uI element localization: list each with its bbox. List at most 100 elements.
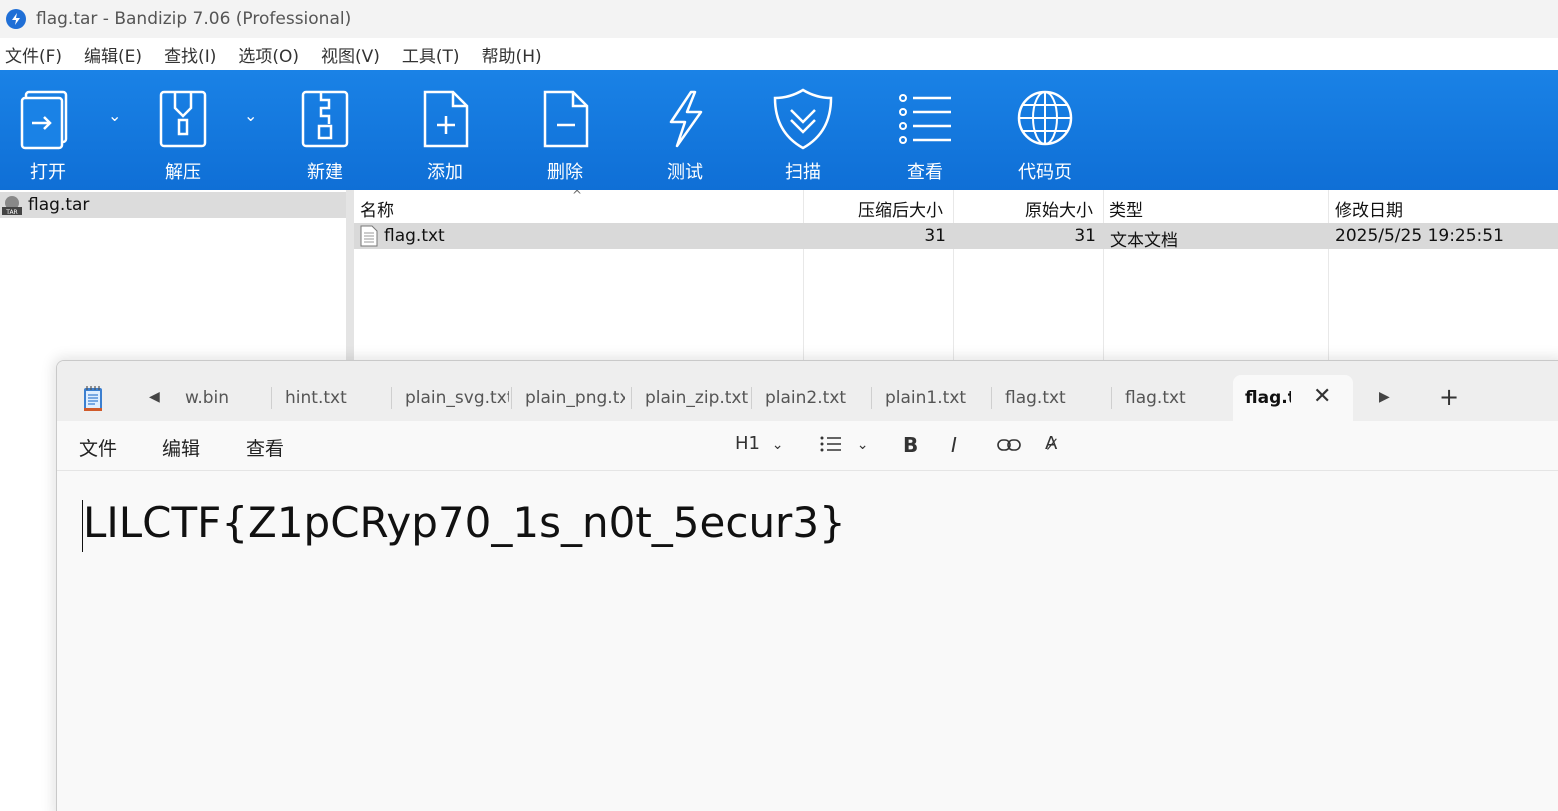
delete-file-icon bbox=[543, 90, 589, 148]
column-header-type[interactable]: 类型 bbox=[1109, 196, 1143, 221]
close-tab-icon[interactable]: ✕ bbox=[1313, 384, 1331, 409]
menu-view[interactable]: 查看 bbox=[246, 434, 284, 461]
tab-divider bbox=[271, 387, 272, 409]
menu-file[interactable]: 文件 bbox=[79, 434, 117, 461]
notepad-tabbar: ◀ w.bin hint.txt plain_svg.txt plain_png… bbox=[57, 361, 1558, 421]
tab-plain1[interactable]: plain1.txt bbox=[885, 388, 985, 408]
open-dropdown-icon[interactable]: ⌄ bbox=[108, 106, 121, 125]
menu-file[interactable]: 文件(F) bbox=[5, 42, 62, 67]
menu-view[interactable]: 视图(V) bbox=[321, 42, 380, 67]
file-list: 名称 ^ 压缩后大小 原始大小 类型 修改日期 flag.txt 31 31 文… bbox=[354, 188, 1558, 360]
column-header-modified[interactable]: 修改日期 bbox=[1335, 196, 1403, 221]
tab-plain-zip[interactable]: plain_zip.txt bbox=[645, 388, 749, 408]
chevron-down-icon: ⌄ bbox=[856, 437, 869, 453]
column-header-compressed[interactable]: 压缩后大小 bbox=[858, 196, 943, 221]
list-dropdown[interactable]: ⌄ bbox=[819, 433, 868, 454]
tab-flag-1[interactable]: flag.txt bbox=[1005, 388, 1105, 408]
tab-divider bbox=[391, 387, 392, 409]
add-label: 添加 bbox=[427, 162, 463, 183]
tree-item-archive[interactable]: TAR flag.tar bbox=[0, 192, 346, 218]
cell-type: 文本文档 bbox=[1110, 231, 1178, 251]
tar-archive-icon: TAR bbox=[2, 196, 22, 215]
bandizip-menubar: 文件(F) 编辑(E) 查找(I) 选项(O) 视图(V) 工具(T) 帮助(H… bbox=[0, 38, 1558, 70]
tab-w-bin[interactable]: w.bin bbox=[185, 388, 245, 408]
new-label: 新建 bbox=[307, 162, 343, 183]
tab-divider bbox=[631, 387, 632, 409]
extract-label: 解压 bbox=[165, 162, 201, 183]
bandizip-logo-icon bbox=[6, 9, 26, 29]
tab-divider bbox=[991, 387, 992, 409]
tab-flag-active[interactable]: flag.t: ✕ bbox=[1233, 375, 1353, 421]
cell-name: flag.txt bbox=[384, 226, 445, 246]
column-header-original[interactable]: 原始大小 bbox=[1025, 196, 1093, 221]
view-button[interactable]: 查看 bbox=[895, 70, 955, 190]
globe-icon bbox=[1017, 90, 1073, 146]
tab-plain-svg[interactable]: plain_svg.txt bbox=[405, 388, 509, 408]
tree-item-label: flag.tar bbox=[28, 195, 90, 215]
table-row[interactable]: flag.txt 31 31 文本文档 2025/5/25 19:25:51 bbox=[354, 223, 1558, 251]
tab-divider bbox=[1111, 387, 1112, 409]
link-icon[interactable] bbox=[997, 437, 1021, 453]
extract-button[interactable]: 解压 bbox=[153, 70, 213, 190]
clear-formatting-icon[interactable]: A̷ bbox=[1045, 433, 1057, 454]
delete-label: 删除 bbox=[547, 162, 583, 183]
cell-compressed: 31 bbox=[924, 226, 946, 246]
bold-icon[interactable]: B bbox=[903, 433, 918, 457]
extract-dropdown-icon[interactable]: ⌄ bbox=[244, 106, 257, 125]
notepad-app-icon bbox=[84, 386, 102, 411]
menu-edit[interactable]: 编辑 bbox=[162, 434, 200, 461]
open-archive-icon bbox=[20, 90, 68, 150]
tab-hint[interactable]: hint.txt bbox=[285, 388, 385, 408]
delete-button[interactable]: 删除 bbox=[535, 70, 595, 190]
tab-flag-2[interactable]: flag.txt bbox=[1125, 388, 1225, 408]
codepage-button[interactable]: 代码页 bbox=[1015, 70, 1075, 190]
bandizip-toolbar: 打开 ⌄ 解压 ⌄ 新建 添加 删除 测试 扫描 查看 代码页 bbox=[0, 70, 1558, 190]
tab-divider bbox=[871, 387, 872, 409]
add-button[interactable]: 添加 bbox=[415, 70, 475, 190]
heading-dropdown[interactable]: H1 ⌄ bbox=[735, 433, 783, 454]
list-header: 名称 ^ 压缩后大小 原始大小 类型 修改日期 bbox=[354, 188, 1558, 221]
open-button[interactable]: 打开 bbox=[18, 70, 78, 190]
tab-divider bbox=[751, 387, 752, 409]
test-button[interactable]: 测试 bbox=[655, 70, 715, 190]
new-archive-button[interactable]: 新建 bbox=[295, 70, 355, 190]
tab-divider bbox=[511, 387, 512, 409]
menu-find[interactable]: 查找(I) bbox=[164, 42, 216, 67]
new-archive-icon bbox=[301, 90, 349, 148]
add-file-icon bbox=[423, 90, 469, 148]
scan-label: 扫描 bbox=[785, 162, 821, 183]
text-file-icon bbox=[360, 225, 378, 247]
pane-splitter[interactable] bbox=[346, 190, 354, 360]
svg-text:TAR: TAR bbox=[5, 209, 17, 215]
chevron-down-icon: ⌄ bbox=[771, 437, 784, 453]
tab-plain-png[interactable]: plain_png.txt bbox=[525, 388, 625, 408]
notepad-window: ◀ w.bin hint.txt plain_svg.txt plain_png… bbox=[56, 360, 1558, 811]
list-view-icon bbox=[899, 94, 951, 144]
menu-options[interactable]: 选项(O) bbox=[238, 42, 299, 67]
bullet-list-icon bbox=[820, 436, 841, 452]
column-header-name[interactable]: 名称 bbox=[360, 196, 394, 221]
menu-tools[interactable]: 工具(T) bbox=[402, 42, 460, 67]
italic-icon[interactable]: I bbox=[951, 433, 957, 457]
shield-icon bbox=[773, 88, 833, 150]
text-editor[interactable]: LILCTF{Z1pCRyp70_1s_n0t_5ecur3} bbox=[57, 472, 1558, 811]
heading-label: H1 bbox=[735, 433, 760, 454]
tab-plain2[interactable]: plain2.txt bbox=[765, 388, 865, 408]
view-label: 查看 bbox=[907, 162, 943, 183]
bandizip-titlebar: flag.tar - Bandizip 7.06 (Professional) bbox=[0, 0, 1558, 38]
open-label: 打开 bbox=[30, 162, 66, 183]
document-content[interactable]: LILCTF{Z1pCRyp70_1s_n0t_5ecur3} bbox=[83, 498, 846, 547]
cell-original: 31 bbox=[1074, 226, 1096, 246]
tab-scroll-left-icon[interactable]: ◀ bbox=[149, 389, 160, 405]
new-tab-button[interactable]: + bbox=[1439, 383, 1459, 411]
active-tab-label: flag.t: bbox=[1245, 388, 1291, 408]
tab-scroll-right-icon[interactable]: ▶ bbox=[1379, 389, 1390, 405]
scan-button[interactable]: 扫描 bbox=[773, 70, 833, 190]
sort-ascending-icon: ^ bbox=[572, 188, 583, 202]
cell-modified: 2025/5/25 19:25:51 bbox=[1335, 226, 1504, 246]
codepage-label: 代码页 bbox=[1018, 162, 1072, 183]
menu-help[interactable]: 帮助(H) bbox=[482, 42, 542, 67]
test-label: 测试 bbox=[667, 162, 703, 183]
archive-tree: TAR flag.tar bbox=[0, 190, 346, 360]
menu-edit[interactable]: 编辑(E) bbox=[84, 42, 142, 67]
